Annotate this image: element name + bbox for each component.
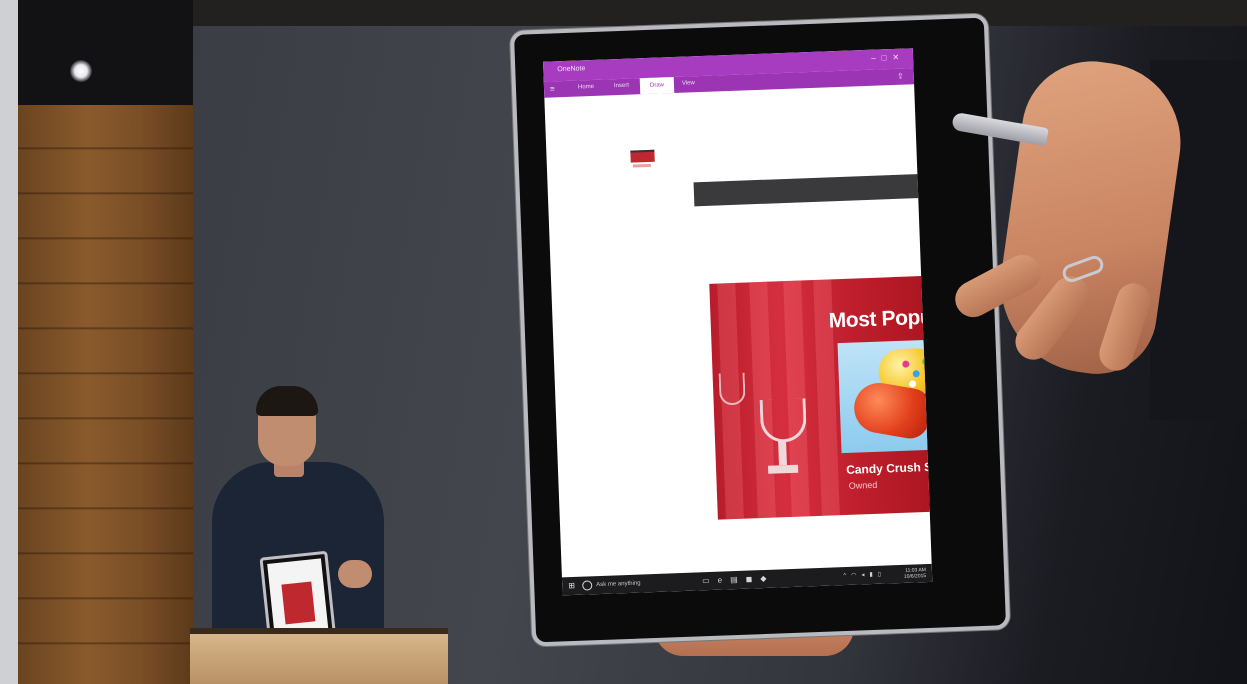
task-view-icon[interactable]: ▭ bbox=[702, 576, 718, 586]
notifications-icon[interactable]: ▯ bbox=[878, 572, 887, 578]
game-tile[interactable] bbox=[837, 338, 933, 454]
cortana-icon[interactable] bbox=[582, 580, 593, 591]
wood-panel-wall bbox=[18, 105, 193, 684]
candy-sprinkle bbox=[922, 357, 930, 366]
system-tray: ^◠◂▮▯ bbox=[843, 571, 886, 580]
keynote-stage-photo: OneNote –□✕ ≡ Home Insert Draw View ⇪ Mo… bbox=[0, 0, 1247, 684]
trophy-icon bbox=[718, 372, 746, 406]
window-title: OneNote bbox=[557, 65, 586, 74]
battery-icon[interactable]: ▮ bbox=[869, 572, 878, 578]
edge-browser-icon[interactable]: e bbox=[718, 575, 731, 584]
trophy-base bbox=[767, 464, 799, 474]
page-thumbnail[interactable] bbox=[630, 149, 655, 163]
maximize-button[interactable]: □ bbox=[881, 53, 892, 62]
presenter-hand bbox=[338, 560, 372, 588]
taskbar-pinned-apps: ▭e▤◼◆ bbox=[702, 574, 775, 586]
windows-start-icon[interactable]: ⊞ bbox=[568, 581, 575, 590]
tab-home[interactable]: Home bbox=[578, 84, 594, 91]
tablet-display: OneNote –□✕ ≡ Home Insert Draw View ⇪ Mo… bbox=[543, 48, 933, 596]
screen-top-border bbox=[193, 0, 1247, 26]
presenter-tablet-promo bbox=[281, 581, 316, 625]
spotlight bbox=[70, 60, 92, 82]
share-icon[interactable]: ⇪ bbox=[897, 72, 904, 81]
game-title[interactable]: Candy Crush Sag bbox=[846, 459, 932, 477]
trophy-stem bbox=[778, 441, 787, 466]
tab-insert[interactable]: Insert bbox=[614, 83, 629, 90]
file-explorer-icon[interactable]: ▤ bbox=[730, 575, 746, 585]
page-thumbnail-caption bbox=[632, 163, 651, 168]
tab-draw[interactable]: Draw bbox=[639, 76, 675, 95]
close-button[interactable]: ✕ bbox=[892, 53, 905, 62]
surface-pro-tablet: OneNote –□✕ ≡ Home Insert Draw View ⇪ Mo… bbox=[509, 13, 1011, 647]
store-promo-image: Most Popu Candy Crush Sag Owned bbox=[709, 275, 933, 520]
onenote-app-icon[interactable]: ◆ bbox=[760, 574, 774, 584]
store-icon[interactable]: ◼ bbox=[746, 574, 761, 584]
note-toolbar-strip bbox=[693, 173, 925, 207]
wifi-icon[interactable]: ◠ bbox=[851, 572, 861, 578]
game-subtitle: Owned bbox=[848, 479, 878, 491]
stage-edge bbox=[0, 0, 18, 684]
windows-taskbar: ⊞ Ask me anything ▭e▤◼◆ ^◠◂▮▯ 11:03 AM 1… bbox=[561, 563, 933, 596]
podium bbox=[190, 634, 448, 684]
taskbar-clock[interactable]: 11:03 AM 10/6/2015 bbox=[903, 567, 927, 580]
promo-heading: Most Popu bbox=[828, 305, 933, 333]
taskbar-search-box[interactable]: Ask me anything bbox=[596, 581, 641, 589]
clock-date: 10/6/2015 bbox=[903, 573, 927, 580]
hamburger-menu-icon[interactable]: ≡ bbox=[550, 84, 555, 93]
window-controls[interactable]: –□✕ bbox=[871, 53, 905, 63]
tab-view[interactable]: View bbox=[682, 80, 695, 86]
stage-ceiling bbox=[18, 0, 193, 105]
